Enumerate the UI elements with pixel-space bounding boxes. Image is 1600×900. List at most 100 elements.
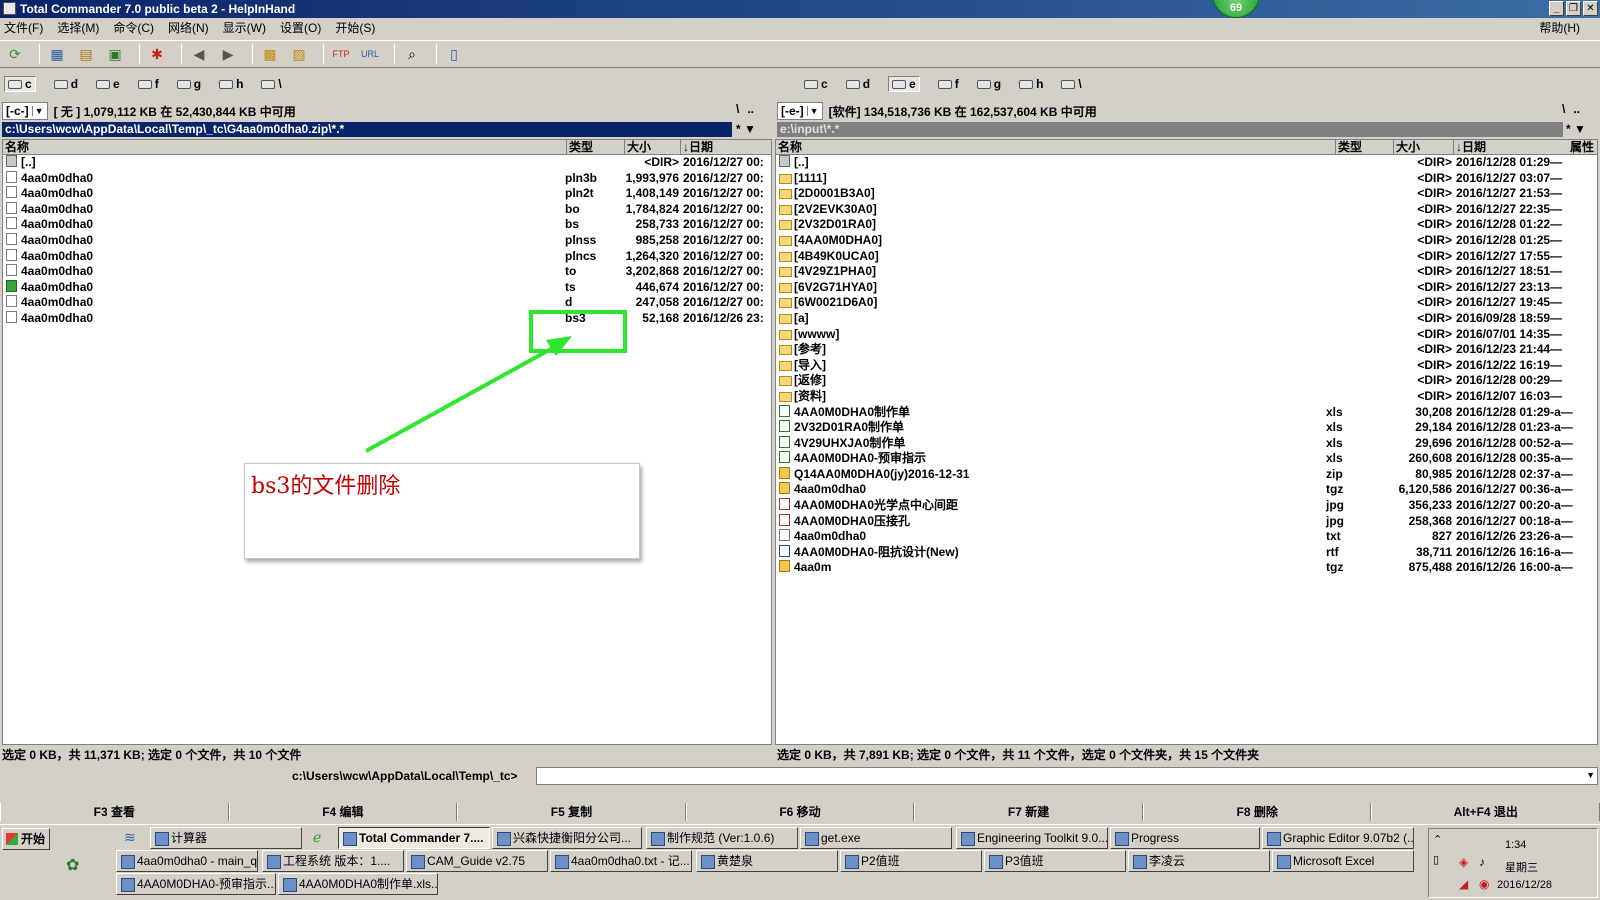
table-row[interactable]: [wwww] <DIR> 2016/07/01 14:35—	[776, 327, 1597, 343]
col-size[interactable]: 大小	[625, 140, 681, 155]
table-row[interactable]: [2V2EVK30A0] <DIR> 2016/12/27 22:35—	[776, 202, 1597, 218]
table-row[interactable]: [返修] <DIR> 2016/12/28 00:29—	[776, 373, 1597, 389]
table-row[interactable]: [..] <DIR> 2016/12/27 00:	[3, 155, 771, 171]
table-row[interactable]: 4AA0M0DHA0制作单 xls 30,208 2016/12/28 01:29-a…	[776, 404, 1597, 421]
tray-app-icon[interactable]: ◢	[1459, 877, 1468, 891]
quicklaunch-icon[interactable]: ✿	[66, 855, 79, 875]
taskbar-button[interactable]: Total Commander 7....	[338, 827, 490, 849]
taskbar-button[interactable]: 4AA0M0DHA0制作单.xls...	[278, 873, 438, 895]
fkey-6[interactable]: F8 删除	[1142, 803, 1372, 821]
table-row[interactable]: 4aa0m0dha0 pln3b 1,993,976 2016/12/27 00:	[3, 170, 771, 187]
taskbar-button[interactable]: P2值班	[840, 850, 982, 872]
menu-item[interactable]: 命令(C)	[113, 18, 154, 38]
url-icon[interactable]: URL	[359, 43, 381, 65]
drive-button-d[interactable]: d	[845, 77, 870, 91]
taskbar-button[interactable]: Progress	[1110, 827, 1260, 849]
taskbar-button[interactable]: 4AA0M0DHA0-预审指示...	[116, 873, 276, 895]
root-button[interactable]: \	[736, 102, 739, 116]
root-button[interactable]: \	[1562, 102, 1565, 116]
full-view-icon[interactable]: ▤	[75, 43, 97, 65]
menu-help[interactable]: 帮助(H)	[1539, 18, 1580, 38]
fkey-4[interactable]: F6 移动	[685, 803, 915, 821]
taskbar-button[interactable]: 黄楚泉	[696, 850, 838, 872]
table-row[interactable]: 4aa0m0dha0 plnss 985,258 2016/12/27 00:	[3, 232, 771, 249]
table-row[interactable]: 4V29UHXJA0制作单 xls 29,696 2016/12/28 00:52-a…	[776, 435, 1597, 452]
drive-button-h[interactable]: h	[1019, 77, 1043, 91]
quicklaunch-icon[interactable]: ≋	[124, 829, 136, 846]
taskbar-button[interactable]: 4aa0m0dha0 - main_qa	[116, 850, 258, 872]
parent-button[interactable]: ..	[747, 102, 754, 116]
parent-button[interactable]: ..	[1573, 102, 1580, 116]
right-path-star[interactable]: * ▼	[1566, 122, 1586, 137]
taskbar-button[interactable]: CAM_Guide v2.75	[406, 850, 548, 872]
menu-item[interactable]: 显示(W)	[223, 18, 266, 38]
menu-item[interactable]: 设置(O)	[280, 18, 321, 38]
drive-button-network[interactable]: \	[1061, 77, 1082, 91]
table-row[interactable]: [6V2G71HYA0] <DIR> 2016/12/27 23:13—	[776, 280, 1597, 296]
drive-button-d[interactable]: d	[53, 77, 78, 91]
table-row[interactable]: 4aa0m0dha0 bo 1,784,824 2016/12/27 00:	[3, 201, 771, 218]
quicklaunch-icon[interactable]: ℯ	[313, 829, 321, 846]
cmdline-input[interactable]: ▼	[536, 767, 1598, 785]
table-row[interactable]: [资料] <DIR> 2016/12/07 16:03—	[776, 389, 1597, 405]
tray-app-icon[interactable]: ◉	[1479, 877, 1489, 891]
col-name[interactable]: 名称	[3, 140, 567, 155]
unpack-icon[interactable]: ▨	[288, 43, 310, 65]
table-row[interactable]: 4aa0m0dha0 d 247,058 2016/12/27 00:	[3, 295, 771, 311]
table-row[interactable]: 4AA0M0DHA0-阻抗设计(New) rtf 38,711 2016/12/26 …	[776, 544, 1597, 561]
menu-item[interactable]: 开始(S)	[335, 18, 375, 38]
drive-button-g[interactable]: g	[976, 77, 1001, 91]
pack-icon[interactable]: ▩	[259, 43, 281, 65]
fkey-3[interactable]: F5 复制	[457, 803, 686, 821]
menu-item[interactable]: 网络(N)	[168, 18, 209, 38]
minimize-icon[interactable]: _	[1549, 1, 1564, 16]
refresh-icon[interactable]: ⟳	[4, 43, 26, 65]
table-row[interactable]: 4aa0m0dha0 tgz 6,120,586 2016/12/27 00:36-a…	[776, 482, 1597, 498]
tray-arrow-icon[interactable]: ⌃	[1433, 833, 1442, 846]
ftp-icon[interactable]: FTP	[330, 43, 352, 65]
close-icon[interactable]: ✕	[1583, 1, 1598, 16]
table-row[interactable]: [2V32D01RA0] <DIR> 2016/12/28 01:22—	[776, 217, 1597, 233]
volume-icon[interactable]: ♪	[1479, 855, 1485, 869]
right-current-path[interactable]: e:\input\*.*	[777, 122, 1563, 137]
invert-selection-icon[interactable]: ✱	[146, 43, 168, 65]
taskbar-button[interactable]: Microsoft Excel	[1272, 850, 1414, 872]
tray-network-icon[interactable]: ▯	[1433, 853, 1439, 866]
right-file-panel[interactable]: 名称 类型 大小 ↓日期 属性 [..] <DIR> 2016/12/28 01:2…	[775, 139, 1598, 745]
menu-item[interactable]: 选择(M)	[57, 18, 99, 38]
taskbar-button[interactable]: get.exe	[800, 827, 952, 849]
col-type[interactable]: 类型	[1336, 140, 1394, 155]
left-current-path[interactable]: c:\Users\wcw\AppData\Local\Temp\_tc\G4aa…	[2, 122, 732, 137]
table-row[interactable]: 4AA0M0DHA0光学点中心间距 jpg 356,233 2016/12/27 00…	[776, 498, 1597, 514]
table-row[interactable]: [a] <DIR> 2016/09/28 18:59—	[776, 311, 1597, 327]
table-row[interactable]: 4AA0M0DHA0-预审指示 xls 260,608 2016/12/28 00:3…	[776, 451, 1597, 467]
col-date[interactable]: ↓日期	[1454, 140, 1574, 155]
fkey-2[interactable]: F4 编辑	[228, 803, 458, 821]
taskbar-button[interactable]: Graphic Editor 9.07b2 (...	[1262, 827, 1414, 849]
taskbar-button[interactable]: 兴森快捷衡阳分公司...	[492, 827, 642, 849]
table-row[interactable]: [1111] <DIR> 2016/12/27 03:07—	[776, 171, 1597, 187]
col-size[interactable]: 大小	[1394, 140, 1454, 155]
notepad-icon[interactable]: ▯	[443, 43, 465, 65]
forward-icon[interactable]: ▶	[217, 43, 239, 65]
table-row[interactable]: [2D0001B3A0] <DIR> 2016/12/27 21:53—	[776, 186, 1597, 202]
taskbar-button[interactable]: 制作规范 (Ver:1.0.6)	[646, 827, 798, 849]
thumbnail-icon[interactable]: ▣	[104, 43, 126, 65]
restore-icon[interactable]: ❐	[1566, 1, 1581, 16]
find-icon[interactable]: ⌕	[401, 43, 423, 65]
table-row[interactable]: [导入] <DIR> 2016/12/22 16:19—	[776, 358, 1597, 374]
drive-button-e[interactable]: e	[888, 76, 920, 92]
drive-button-f[interactable]: f	[137, 77, 159, 91]
table-row[interactable]: 4aa0m0dha0 to 3,202,868 2016/12/27 00:	[3, 264, 771, 280]
fkey-7[interactable]: Alt+F4 退出	[1371, 803, 1600, 821]
start-button[interactable]: 开始	[2, 828, 50, 850]
drive-button-network[interactable]: \	[261, 77, 282, 91]
col-date[interactable]: ↓日期	[681, 140, 771, 155]
taskbar-button[interactable]: 4aa0m0dha0.txt - 记...	[550, 850, 692, 872]
drive-button-h[interactable]: h	[219, 77, 243, 91]
chevron-down-icon[interactable]: ▼	[1586, 770, 1595, 780]
table-row[interactable]: 4aa0m0dha0 bs 258,733 2016/12/27 00:	[3, 217, 771, 233]
left-file-panel[interactable]: 名称 类型 大小 ↓日期 [..] <DIR> 2016/12/27 00: 4aa0…	[2, 139, 772, 745]
table-row[interactable]: [4AA0M0DHA0] <DIR> 2016/12/28 01:25—	[776, 233, 1597, 249]
taskbar-button[interactable]: 工程系统 版本：1....	[262, 850, 404, 872]
